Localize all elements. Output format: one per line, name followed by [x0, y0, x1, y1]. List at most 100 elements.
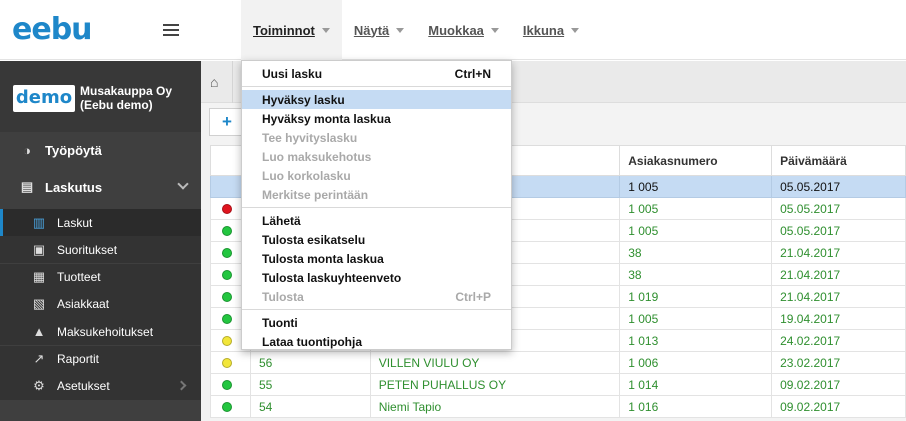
sidebar-item-asiakkaat[interactable]: ▧ Asiakkaat [0, 290, 201, 318]
menu-item-shortcut: Ctrl+N [454, 66, 491, 81]
status-dot [222, 336, 232, 347]
date-cell: 23.02.2017 [771, 351, 906, 374]
sidebar-item-label: Laskutus [45, 179, 103, 195]
menu-toiminnot[interactable]: Toiminnot [241, 0, 342, 60]
hamburger-menu-icon[interactable] [163, 24, 179, 36]
date-cell: 05.05.2017 [771, 219, 906, 242]
invoice-number-cell: 56 [249, 351, 371, 374]
customers-icon: ▧ [32, 296, 46, 312]
status-dot [222, 226, 232, 237]
date-cell: 21.04.2017 [771, 285, 906, 308]
eebu-logo: eebu [12, 12, 93, 47]
menu-item-lataa-tuontipohja[interactable]: Lataa tuontipohja [242, 332, 511, 351]
menu-item-luo-maksukehotus[interactable]: Luo maksukehotus [242, 147, 511, 166]
menu-item-laheta[interactable]: Lähetä [242, 211, 511, 230]
menu-item-label: Tulosta [262, 289, 304, 304]
menu-label: Toiminnot [253, 22, 315, 38]
caret-down-icon [571, 27, 580, 33]
date-cell: 09.02.2017 [771, 395, 906, 418]
table-row[interactable]: 54 Niemi Tapio 1 016 09.02.2017 [210, 395, 906, 418]
customer-number-cell: 1 014 [619, 373, 773, 396]
home-icon[interactable]: ⌂ [210, 74, 218, 90]
menu-item-luo-korkolasku[interactable]: Luo korkolasku [242, 166, 511, 185]
sidebar-item-raportit[interactable]: ↗ Raportit [0, 345, 201, 373]
column-header[interactable]: Asiakasnumero [619, 145, 773, 176]
company-name-line1: Musakauppa Oy [80, 84, 173, 98]
add-invoice-button[interactable]: + [209, 108, 245, 136]
invoice-number-cell: 54 [249, 395, 371, 418]
invoice-number-cell: 55 [249, 373, 371, 396]
menu-item-tulosta-monta-laskua[interactable]: Tulosta monta laskua [242, 249, 511, 268]
sidebar-item-label: Suoritukset [57, 242, 118, 257]
sidebar-item-tyopoyta[interactable]: ◑ Työpöytä [0, 132, 201, 168]
caret-down-icon [321, 27, 330, 33]
breadcrumb-separator [232, 61, 233, 103]
date-cell: 19.04.2017 [771, 307, 906, 330]
top-bar: eebu Toiminnot Näytä Muokkaa Ikkuna [0, 0, 906, 60]
menu-item-merkitse-perintaan[interactable]: Merkitse perintään [242, 185, 511, 204]
sidebar-item-tuotteet[interactable]: ▦ Tuotteet [0, 263, 201, 291]
menu-separator [242, 309, 511, 310]
menu-item-tulosta-laskuyhteenveto[interactable]: Tulosta laskuyhteenveto [242, 268, 511, 287]
toiminnot-dropdown: Uusi lasku Ctrl+N Hyväksy lasku Hyväksy mon… [241, 60, 512, 350]
sidebar: demo Musakauppa Oy (Eebu demo) ◑ Työpöytä… [0, 61, 201, 421]
menu-muokkaa[interactable]: Muokkaa [416, 0, 511, 60]
chevron-down-icon [177, 178, 189, 190]
sidebar-item-label: Laskut [57, 215, 93, 230]
menu-item-label: Luo maksukehotus [262, 149, 372, 164]
sidebar-item-laskutus[interactable]: ▤ Laskutus [0, 169, 201, 205]
sidebar-item-label: Työpöytä [45, 142, 102, 158]
sidebar-item-maksukehoitukset[interactable]: ▲ Maksukehoitukset [0, 318, 201, 346]
chevron-right-icon [176, 380, 187, 391]
customer-cell: VILLEN VIULU OY [369, 351, 621, 374]
menu-item-tulosta[interactable]: Tulosta Ctrl+P [242, 287, 511, 306]
menu-item-label: Tulosta laskuyhteenveto [262, 270, 402, 285]
menu-item-label: Hyväksy lasku [262, 92, 345, 107]
sidebar-item-label: Raportit [57, 352, 100, 366]
sidebar-item-label: Maksukehoitukset [57, 324, 154, 339]
date-cell: 05.05.2017 [771, 197, 906, 220]
customer-number-cell: 1 005 [619, 219, 773, 242]
menu-item-tuonti[interactable]: Tuonti [242, 313, 511, 332]
payments-icon: ▣ [32, 241, 46, 257]
invoicing-icon: ▤ [20, 179, 34, 194]
menu-item-uusi-lasku[interactable]: Uusi lasku Ctrl+N [242, 64, 511, 83]
menu-item-hyvaksy-monta-laskua[interactable]: Hyväksy monta laskua [242, 109, 511, 128]
sidebar-item-label: Asiakkaat [57, 297, 110, 312]
table-row[interactable]: 55 PETEN PUHALLUS OY 1 014 09.02.2017 [210, 373, 906, 396]
status-cell [210, 373, 251, 396]
caret-down-icon [490, 27, 499, 33]
invoice-file-icon: ▥ [32, 214, 46, 230]
menu-item-label: Tuonti [262, 315, 298, 330]
customer-number-cell: 1 019 [619, 285, 773, 308]
sidebar-item-asetukset[interactable]: ⚙ Asetukset [0, 372, 201, 400]
menu-item-label: Tulosta monta laskua [262, 251, 384, 266]
menu-item-label: Uusi lasku [262, 66, 323, 81]
menu-item-tulosta-esikatselu[interactable]: Tulosta esikatselu [242, 230, 511, 249]
menu-bar: Toiminnot Näytä Muokkaa Ikkuna [241, 0, 591, 60]
menu-item-hyvaksy-lasku[interactable]: Hyväksy lasku [242, 90, 511, 109]
dashboard-icon: ◑ [23, 142, 31, 158]
date-cell: 24.02.2017 [771, 329, 906, 352]
status-dot [222, 292, 232, 303]
menu-ikkuna[interactable]: Ikkuna [511, 0, 591, 60]
status-dot [222, 380, 232, 391]
column-header[interactable]: Päivämäärä [771, 145, 906, 176]
table-row[interactable]: 56 VILLEN VIULU OY 1 006 23.02.2017 [210, 351, 906, 374]
menu-item-label: Tulosta esikatselu [262, 232, 366, 247]
sidebar-item-suoritukset[interactable]: ▣ Suoritukset [0, 236, 201, 264]
menu-n-yt-[interactable]: Näytä [342, 0, 416, 60]
menu-separator [242, 207, 511, 208]
menu-label: Näytä [353, 22, 390, 38]
status-dot [222, 270, 232, 281]
menu-item-tee-hyvityslasku[interactable]: Tee hyvityslasku [242, 128, 511, 147]
products-icon: ▦ [32, 269, 46, 285]
status-dot [222, 204, 232, 215]
customer-cell: PETEN PUHALLUS OY [369, 373, 621, 396]
customer-number-cell: 38 [619, 241, 773, 264]
date-cell: 05.05.2017 [771, 175, 906, 198]
warning-icon: ▲ [32, 324, 46, 340]
sidebar-item-laskut[interactable]: ▥ Laskut [0, 209, 201, 236]
reports-icon: ↗ [33, 351, 45, 366]
menu-separator [242, 86, 511, 87]
